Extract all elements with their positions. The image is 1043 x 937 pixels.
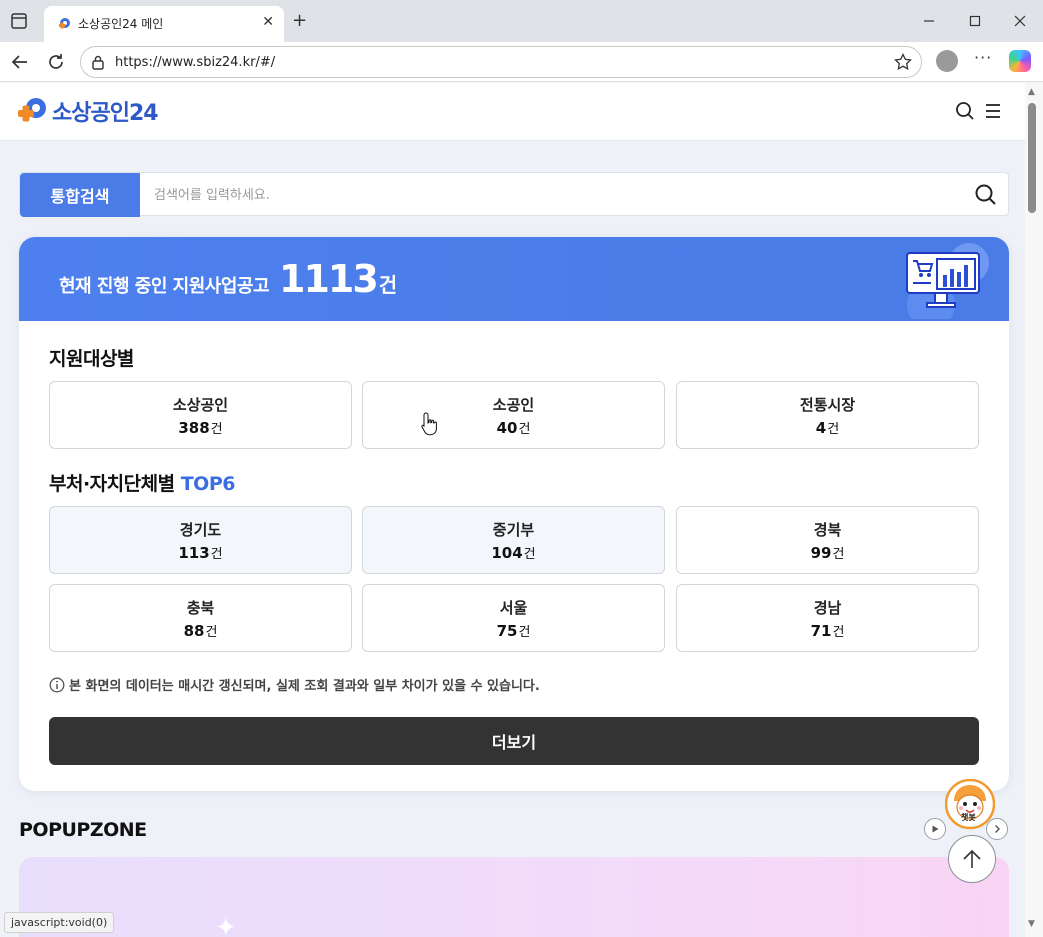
reload-icon[interactable]: [44, 50, 68, 74]
target-section-title: 지원대상별: [49, 348, 134, 370]
agency-item-name: 경남: [813, 599, 842, 617]
summary-label: 현재 진행 중인 지원사업공고: [59, 276, 270, 297]
target-item-count: 4건: [815, 419, 840, 437]
new-tab-button[interactable]: +: [292, 10, 307, 31]
search-category-tag[interactable]: 통합검색: [20, 173, 140, 217]
lock-icon[interactable]: [91, 54, 105, 70]
site-header: 소상공인24: [0, 83, 1025, 141]
support-summary-card: 현재 진행 중인 지원사업공고 1113 건 지원대상별 소상공인 388건 소…: [19, 237, 1009, 791]
scroll-down-icon[interactable]: ▼: [1028, 919, 1035, 929]
site-logo[interactable]: 소상공인24: [16, 95, 159, 127]
info-icon: [49, 677, 65, 692]
agency-item-count: 75건: [496, 622, 531, 640]
notice-text: 본 화면의 데이터는 매시간 갱신되며, 실제 조회 결과와 일부 차이가 있을…: [69, 679, 540, 694]
site-favicon-icon: [59, 18, 70, 29]
chatbot-mascot-icon: [944, 778, 996, 830]
favorite-star-icon[interactable]: [893, 52, 913, 72]
scrollbar-thumb[interactable]: [1028, 103, 1036, 213]
integrated-search-bar: 통합검색: [19, 172, 1009, 217]
browser-tab[interactable]: 소상공인24 메인 ✕: [44, 6, 284, 42]
header-search-icon[interactable]: [955, 101, 975, 121]
profile-avatar-icon[interactable]: [936, 50, 958, 72]
agency-item-count: 113건: [178, 544, 223, 562]
link-status-bar: javascript:void(0): [4, 912, 115, 933]
agency-item-seoul[interactable]: 서울 75건: [362, 584, 665, 652]
monitor-chart-illustration-icon: [906, 243, 989, 319]
summary-headline: 현재 진행 중인 지원사업공고 1113 건: [59, 257, 398, 301]
arrow-up-icon: [963, 849, 981, 868]
popupzone-title: POPUPZONE: [19, 819, 147, 841]
logo-text: 소상공인24: [52, 101, 159, 126]
copilot-icon[interactable]: [1009, 50, 1031, 72]
browser-nav-bar: https://www.sbiz24.kr/#/ ···: [0, 42, 1043, 82]
target-item-count: 388건: [178, 419, 223, 437]
summary-banner: 현재 진행 중인 지원사업공고 1113 건: [19, 237, 1009, 321]
target-item-name: 전통시장: [799, 396, 856, 414]
address-bar[interactable]: https://www.sbiz24.kr/#/: [80, 46, 922, 78]
agency-item-gyeongbuk[interactable]: 경북 99건: [676, 506, 979, 574]
url-text[interactable]: https://www.sbiz24.kr/#/: [115, 55, 275, 70]
minimize-icon[interactable]: [922, 14, 936, 28]
agency-item-name: 경기도: [179, 521, 222, 539]
target-item-name: 소상공인: [172, 396, 229, 414]
agency-item-count: 71건: [810, 622, 845, 640]
target-item-count: 40건: [496, 419, 531, 437]
search-input[interactable]: [154, 183, 954, 207]
agency-item-mss[interactable]: 중기부 104건: [362, 506, 665, 574]
page-viewport: 소상공인24 통합검색 현재 진행 중인 지원사업공고 1113 건: [0, 83, 1025, 937]
data-refresh-notice: 본 화면의 데이터는 매시간 갱신되며, 실제 조회 결과와 일부 차이가 있을…: [49, 675, 540, 694]
hamburger-menu-icon[interactable]: [985, 103, 1001, 119]
agency-item-count: 88건: [183, 622, 218, 640]
summary-count: 1113: [279, 257, 379, 301]
sparkle-icon: ✦: [215, 913, 237, 937]
more-button[interactable]: 더보기: [49, 717, 979, 765]
agency-item-gyeongnam[interactable]: 경남 71건: [676, 584, 979, 652]
close-window-icon[interactable]: [1013, 14, 1027, 28]
agency-item-name: 중기부: [492, 521, 535, 539]
target-item-name: 소공인: [492, 396, 535, 414]
browser-tab-bar: 소상공인24 메인 ✕ +: [0, 0, 1043, 42]
chatbot-label: 챗봇: [961, 813, 976, 822]
target-item-small-manufacturer[interactable]: 소공인 40건: [362, 381, 665, 449]
tab-actions-icon[interactable]: [10, 12, 28, 30]
search-icon[interactable]: [974, 183, 998, 207]
agency-item-count: 104건: [491, 544, 536, 562]
agency-item-gyeonggi[interactable]: 경기도 113건: [49, 506, 352, 574]
tab-title: 소상공인24 메인: [78, 17, 164, 31]
agency-item-name: 충북: [186, 599, 215, 617]
browser-menu-icon[interactable]: ···: [974, 48, 992, 67]
top6-badge: TOP6: [180, 473, 236, 495]
agency-item-name: 서울: [499, 599, 528, 617]
maximize-icon[interactable]: [968, 14, 982, 28]
close-tab-icon[interactable]: ✕: [262, 14, 274, 30]
chatbot-button[interactable]: 챗봇: [944, 778, 996, 831]
agency-item-count: 99건: [810, 544, 845, 562]
back-icon[interactable]: [8, 50, 32, 74]
agency-item-chungbuk[interactable]: 충북 88건: [49, 584, 352, 652]
target-item-traditional-market[interactable]: 전통시장 4건: [676, 381, 979, 449]
page-scrollbar[interactable]: ▲ ▼: [1025, 83, 1043, 937]
summary-unit: 건: [378, 273, 398, 297]
hand-cursor-icon: [421, 412, 437, 436]
logo-mark-icon: [18, 98, 46, 122]
scroll-to-top-button[interactable]: [948, 835, 996, 883]
scroll-up-icon[interactable]: ▲: [1028, 87, 1035, 97]
agency-item-name: 경북: [813, 521, 842, 539]
popupzone-banner[interactable]: ✦: [19, 857, 1009, 937]
popup-play-button[interactable]: [924, 818, 946, 840]
target-item-small-business[interactable]: 소상공인 388건: [49, 381, 352, 449]
agency-section-title: 부처·자치단체별 TOP6: [49, 473, 236, 495]
play-icon: [932, 825, 939, 833]
